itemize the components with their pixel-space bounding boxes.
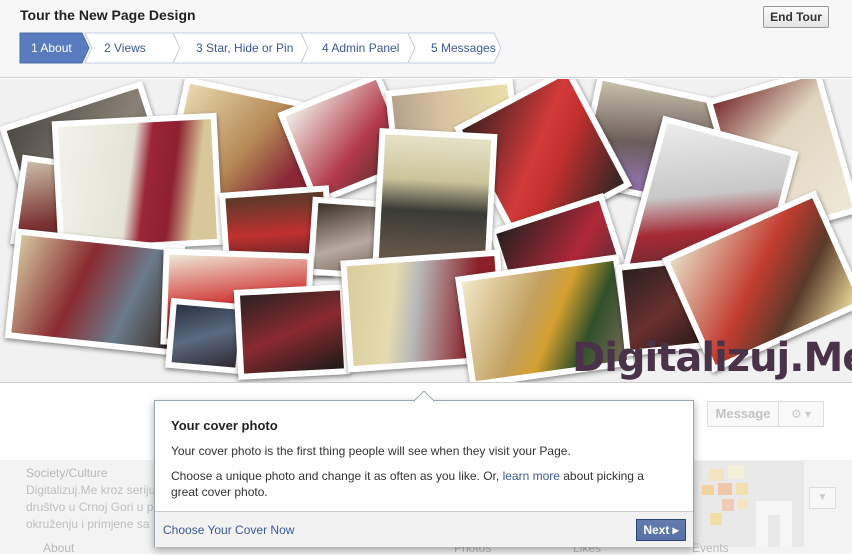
collage-photo <box>51 112 224 254</box>
gear-icon: ⚙ ▾ <box>790 407 812 421</box>
message-button[interactable]: Message <box>707 401 779 427</box>
popup-text-segment: Choose a unique photo and change it as o… <box>171 469 503 483</box>
tour-steps: 1 About 2 Views 3 Star, Hide or Pin 4 Ad… <box>19 32 503 64</box>
end-tour-button[interactable]: End Tour <box>763 6 829 28</box>
cover-photo[interactable]: Digitalizuj.Me <box>0 79 852 383</box>
gear-menu-button[interactable]: ⚙ ▾ <box>779 401 824 427</box>
popup-title: Your cover photo <box>171 418 278 433</box>
tour-step-label: 4 Admin Panel <box>322 41 400 55</box>
collage-photo <box>233 284 351 380</box>
page-thumbnail[interactable] <box>692 461 804 547</box>
tour-step-label: 1 About <box>31 41 72 55</box>
page-category: Society/Culture <box>26 466 108 480</box>
learn-more-link[interactable]: learn more <box>503 469 560 483</box>
collage-photo <box>372 128 498 270</box>
tab-about[interactable]: About <box>43 541 74 555</box>
cover-brand-text: Digitalizuj.Me <box>572 335 852 381</box>
tour-step-label: 3 Star, Hide or Pin <box>196 41 294 55</box>
tour-step-views[interactable]: 2 Views <box>84 32 182 64</box>
popup-footer: Choose Your Cover Now Next ▸ <box>155 511 693 547</box>
collage-photo <box>4 228 186 356</box>
popup-pointer <box>414 391 434 402</box>
tour-step-about[interactable]: 1 About <box>19 32 90 64</box>
popup-text: Your cover photo is the first thing peop… <box>171 444 571 458</box>
chevron-down-icon: ▼ <box>817 492 828 503</box>
tour-step-label: 5 Messages <box>431 41 496 55</box>
tour-step-messages[interactable]: 5 Messages <box>407 32 503 64</box>
tour-bar: Tour the New Page Design End Tour 1 Abou… <box>0 0 852 78</box>
more-options-button[interactable]: ▼ <box>809 487 836 509</box>
tour-step-label: 2 Views <box>104 41 146 55</box>
tour-step-star-hide-pin[interactable]: 3 Star, Hide or Pin <box>172 32 313 64</box>
tour-step-admin-panel[interactable]: 4 Admin Panel <box>300 32 416 64</box>
next-button[interactable]: Next ▸ <box>636 519 686 541</box>
choose-cover-link[interactable]: Choose Your Cover Now <box>163 523 294 537</box>
tour-title: Tour the New Page Design <box>20 7 196 23</box>
tour-popup: Your cover photo Your cover photo is the… <box>154 400 694 547</box>
popup-text-2: Choose a unique photo and change it as o… <box>171 468 671 500</box>
thumbnail-logo-icon <box>702 465 792 547</box>
tab-events[interactable]: Events <box>692 541 729 555</box>
